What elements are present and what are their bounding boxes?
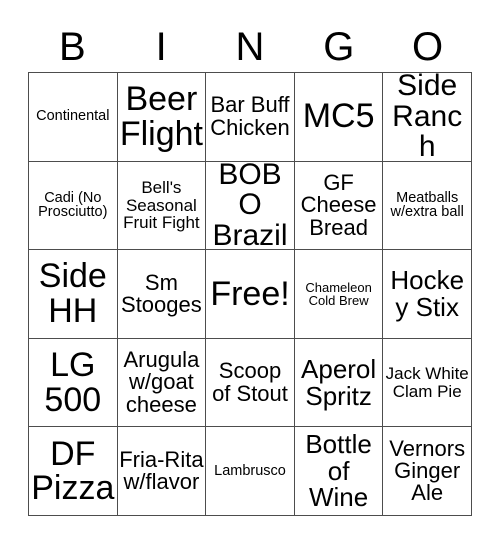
header-letter-i: I: [155, 25, 167, 69]
bingo-cell-label: Sm Stooges: [121, 269, 202, 317]
bingo-cell-label: Fria-Rita w/flavor: [119, 446, 204, 495]
bingo-cell[interactable]: Scoop of Stout: [206, 338, 295, 428]
bingo-cell[interactable]: Side Ranch: [383, 73, 472, 162]
bingo-cell-label: Side Ranch: [392, 73, 463, 162]
bingo-cell-label: Bar Buff Chicken: [210, 92, 290, 140]
bingo-cell-label: Cadi (No Prosciutto): [38, 189, 108, 221]
bingo-cell[interactable]: Sm Stooges: [117, 250, 207, 339]
bingo-grid: Continental Beer Flight Bar Buff Chicken…: [28, 72, 472, 516]
bingo-header-row: B I N G O: [28, 22, 472, 72]
bingo-cell-label: Beer Flight: [119, 80, 203, 153]
bingo-cell[interactable]: Bar Buff Chicken: [206, 73, 295, 162]
bingo-cell[interactable]: Meatballs w/extra ball: [383, 161, 472, 251]
bingo-cell[interactable]: BOBO Brazil: [206, 161, 295, 251]
bingo-cell-label: Bell's Seasonal Fruit Fight: [123, 178, 200, 233]
bingo-card: B I N G O Continental Beer Flight Bar Bu…: [0, 0, 500, 544]
bingo-cell[interactable]: Beer Flight: [117, 73, 207, 162]
bingo-cell-label: Lambrusco: [214, 462, 286, 479]
bingo-cell-label: Hockey Stix: [390, 265, 465, 322]
bingo-cell-label: Meatballs w/extra ball: [390, 189, 464, 221]
bingo-cell[interactable]: Fria-Rita w/flavor: [117, 427, 207, 516]
bingo-cell[interactable]: LG 500: [29, 338, 118, 428]
bingo-cell[interactable]: Hockey Stix: [383, 250, 472, 339]
bingo-cell-label: GF Cheese Bread: [300, 169, 377, 240]
bingo-cell[interactable]: Lambrusco: [206, 427, 295, 516]
bingo-cell-label: Side HH: [38, 257, 107, 330]
bingo-cell[interactable]: GF Cheese Bread: [294, 161, 384, 251]
header-letter-o: O: [412, 25, 444, 69]
bingo-cell[interactable]: Aperol Spritz: [294, 338, 384, 428]
bingo-cell[interactable]: MC5: [294, 73, 384, 162]
header-letter-n: N: [235, 25, 265, 69]
header-letter-g: G: [323, 25, 355, 69]
header-letter-b: B: [59, 25, 86, 69]
bingo-cell-label: BOBO Brazil: [212, 161, 288, 251]
bingo-cell-free[interactable]: Free!: [206, 250, 295, 339]
bingo-cell[interactable]: DF Pizza: [29, 427, 118, 516]
bingo-cell[interactable]: Bell's Seasonal Fruit Fight: [117, 161, 207, 251]
bingo-cell-label: Jack White Clam Pie: [385, 364, 469, 401]
bingo-cell-label: Arugula w/goat cheese: [123, 346, 200, 417]
bingo-cell-label: Continental: [36, 108, 110, 125]
bingo-cell-label: Aperol Spritz: [301, 354, 377, 411]
bingo-cell-label: Scoop of Stout: [212, 358, 288, 406]
bingo-cell-label: DF Pizza: [31, 434, 115, 508]
bingo-cell[interactable]: Side HH: [29, 250, 118, 339]
bingo-cell[interactable]: Cadi (No Prosciutto): [29, 161, 118, 251]
bingo-cell[interactable]: Bottle of Wine: [294, 427, 384, 516]
bingo-cell[interactable]: Vernors Ginger Ale: [383, 427, 472, 516]
bingo-free-space-label: Free!: [210, 274, 290, 313]
bingo-cell[interactable]: Chameleon Cold Brew: [294, 250, 384, 339]
bingo-cell[interactable]: Arugula w/goat cheese: [117, 338, 207, 428]
bingo-cell-label: LG 500: [44, 345, 102, 419]
bingo-cell[interactable]: Continental: [29, 73, 118, 162]
bingo-cell[interactable]: Jack White Clam Pie: [383, 338, 472, 428]
bingo-cell-label: Chameleon Cold Brew: [305, 279, 372, 308]
bingo-cell-label: Bottle of Wine: [305, 429, 372, 513]
bingo-cell-label: MC5: [302, 97, 375, 136]
bingo-cell-label: Vernors Ginger Ale: [389, 435, 466, 506]
